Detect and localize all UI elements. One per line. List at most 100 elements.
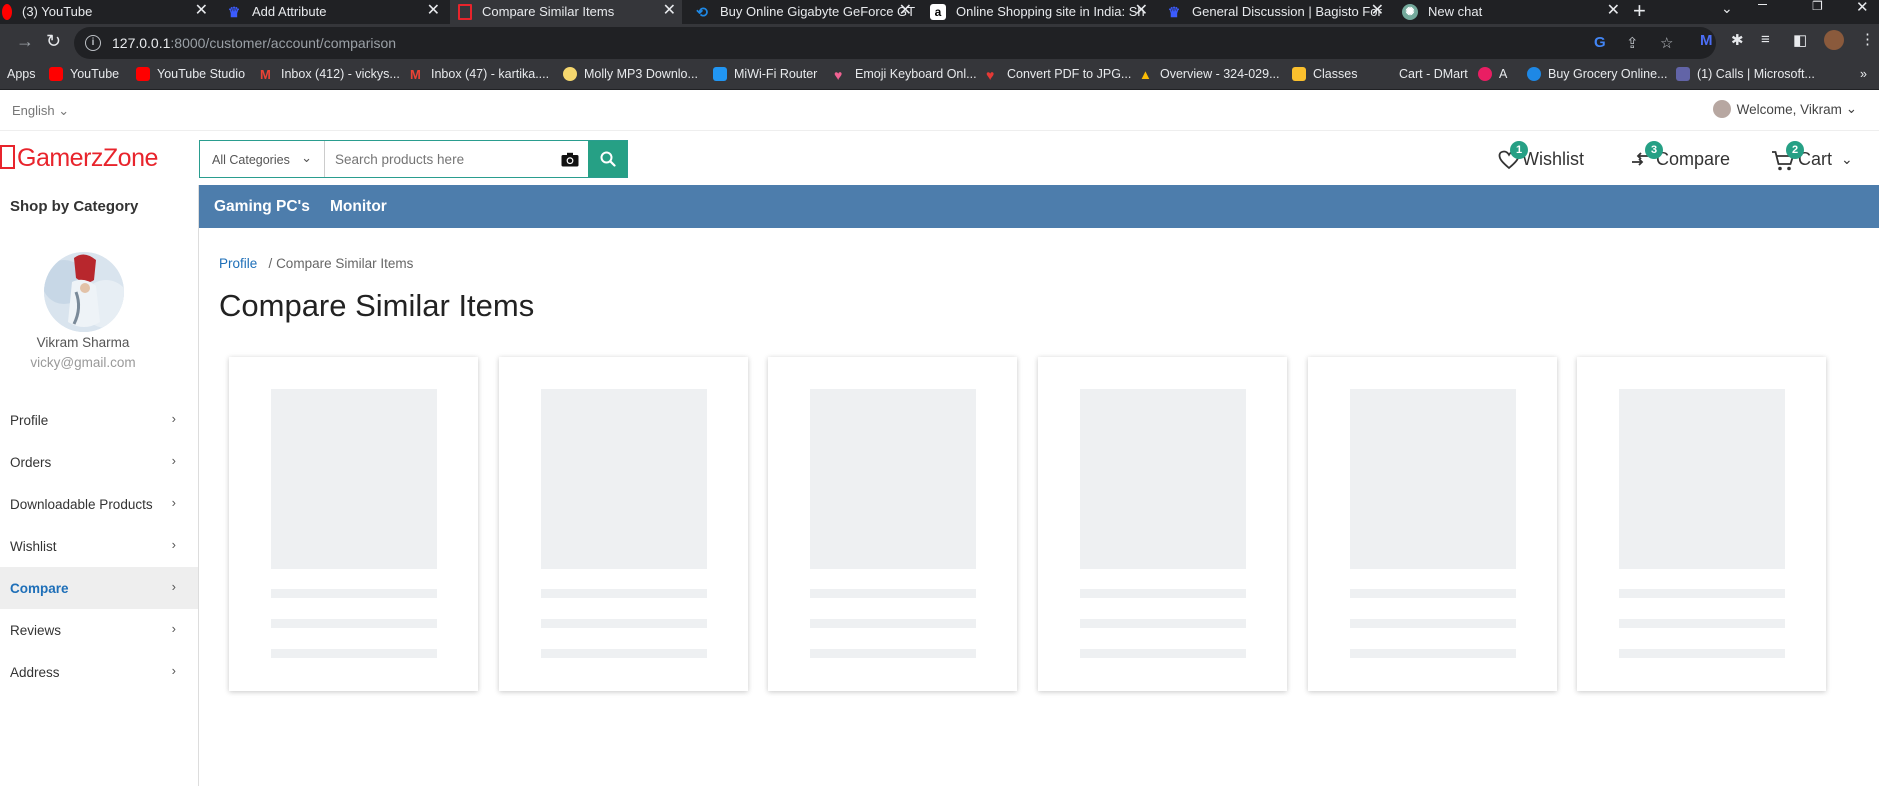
skeleton-line: [1619, 619, 1785, 628]
address-bar[interactable]: i 127.0.0.1:8000/customer/account/compar…: [74, 27, 1716, 59]
breadcrumb: Profile / Compare Similar Items: [219, 256, 413, 271]
teams-icon: [1676, 67, 1690, 81]
molly-icon: [563, 67, 577, 81]
tab-bagisto-forum[interactable]: ♛ General Discussion | Bagisto For ✕: [1158, 0, 1390, 24]
shop-by-category-label: Shop by Category: [10, 198, 139, 215]
compare-label: Compare: [1656, 149, 1731, 169]
a-icon: [1478, 67, 1492, 81]
bookmark-gmail-1[interactable]: M Inbox (412) - vickys...: [260, 67, 400, 82]
bookmark-classes[interactable]: Classes: [1292, 67, 1357, 81]
google-lens-icon[interactable]: G: [1594, 34, 1606, 51]
close-icon[interactable]: ✕: [195, 3, 208, 19]
tab-amazon[interactable]: a Online Shopping site in India: Sh ✕: [922, 0, 1154, 24]
bookmark-emoji-keyboard[interactable]: ♥ Emoji Keyboard Onl...: [834, 67, 977, 83]
cart-link[interactable]: 2 Cart ⌄: [1771, 140, 1853, 170]
search-button[interactable]: [588, 141, 627, 177]
new-tab-plus-icon[interactable]: +: [1633, 0, 1646, 22]
skeleton-image: [1619, 389, 1785, 569]
bookmark-overview[interactable]: ▲ Overview - 324-029...: [1139, 67, 1280, 82]
search-icon: [600, 151, 616, 167]
site-logo[interactable]: GamerzZone: [0, 144, 158, 173]
share-icon[interactable]: ⇪: [1626, 34, 1639, 52]
sidebar-item-address[interactable]: Address ›: [0, 651, 198, 693]
compare-link[interactable]: 3 Compare: [1630, 140, 1731, 170]
chrome-menu-icon[interactable]: ⋮: [1860, 30, 1875, 48]
close-icon[interactable]: ✕: [1135, 3, 1148, 19]
shop-by-category-button[interactable]: Shop by Category: [0, 185, 199, 228]
bookmark-teams[interactable]: (1) Calls | Microsoft...: [1676, 67, 1815, 81]
sidebar-item-downloadable-products[interactable]: Downloadable Products ›: [0, 483, 198, 525]
sidebar-item-profile[interactable]: Profile ›: [0, 399, 198, 441]
skeleton-line: [1350, 589, 1516, 598]
bookmark-dmart[interactable]: Cart - DMart: [1378, 67, 1468, 81]
close-icon[interactable]: ✕: [1607, 3, 1620, 19]
bookmark-label: Overview - 324-029...: [1160, 67, 1280, 81]
url-text[interactable]: 127.0.0.1:8000/customer/account/comparis…: [112, 35, 396, 51]
chevron-right-icon: ›: [171, 579, 176, 594]
search-input[interactable]: [325, 141, 552, 177]
skeleton-line: [1350, 649, 1516, 658]
amazon-icon: a: [930, 4, 946, 20]
youtube-icon: [49, 67, 63, 81]
bookmark-gmail-2[interactable]: M Inbox (47) - kartika....: [410, 67, 549, 82]
forward-arrow-icon[interactable]: →: [16, 32, 34, 50]
cart-count-badge: 2: [1786, 140, 1804, 159]
bookmark-molly[interactable]: Molly MP3 Downlo...: [563, 67, 698, 81]
wishlist-link[interactable]: 1 Wishlist: [1498, 140, 1584, 170]
tab-mdcomputers[interactable]: ⟲ Buy Online Gigabyte GeForce GT ✕: [686, 0, 918, 24]
extension-m-icon[interactable]: M: [1700, 32, 1713, 49]
sidebar-item-orders[interactable]: Orders ›: [0, 441, 198, 483]
image-search-button[interactable]: [552, 141, 588, 177]
bookmark-a[interactable]: A: [1478, 67, 1507, 81]
skeleton-line: [810, 619, 976, 628]
bookmark-youtube-studio[interactable]: YouTube Studio: [136, 67, 245, 81]
language-selector[interactable]: English ⌄: [12, 103, 69, 119]
reload-icon[interactable]: ↻: [46, 32, 61, 50]
gmail-icon: M: [260, 67, 271, 82]
close-icon[interactable]: ✕: [899, 3, 912, 19]
sidebar-item-label: Compare: [10, 581, 69, 596]
side-panel-icon[interactable]: ◧: [1793, 31, 1807, 49]
sidebar-item-reviews[interactable]: Reviews ›: [0, 609, 198, 651]
welcome-menu[interactable]: Welcome, Vikram ⌄: [1712, 100, 1857, 118]
profile-avatar-icon[interactable]: [1824, 30, 1844, 50]
restore-icon[interactable]: ❐: [1812, 0, 1823, 13]
skeleton-image: [810, 389, 976, 569]
compare-arrows-icon: 3: [1630, 140, 1663, 170]
extensions-puzzle-icon[interactable]: ✱: [1731, 31, 1744, 49]
tab-compare-similar-items[interactable]: Compare Similar Items ✕: [450, 0, 682, 24]
chevron-right-icon: ›: [171, 411, 176, 426]
reading-list-icon[interactable]: ≡: [1761, 31, 1770, 48]
bookmark-label: MiWi-Fi Router: [734, 67, 818, 81]
minimize-icon[interactable]: [1758, 4, 1767, 5]
breadcrumb-profile-link[interactable]: Profile: [219, 256, 257, 271]
close-icon[interactable]: ✕: [1371, 3, 1384, 19]
skeleton-line: [271, 619, 437, 628]
bookmark-apps[interactable]: Apps: [7, 67, 36, 81]
nav-item-gaming-pcs[interactable]: Gaming PC's: [214, 198, 310, 216]
tab-add-attribute[interactable]: ♛ Add Attribute ✕: [218, 0, 446, 24]
close-icon[interactable]: ✕: [427, 3, 440, 19]
sidebar-item-label: Wishlist: [10, 539, 57, 554]
skeleton-line: [271, 649, 437, 658]
bookmark-pdf-to-jpg[interactable]: ♥ Convert PDF to JPG...: [986, 67, 1131, 83]
bookmark-label: Inbox (412) - vickys...: [281, 67, 400, 81]
nav-item-monitor[interactable]: Monitor: [330, 198, 387, 216]
tab-search-chevron-icon[interactable]: ⌄: [1721, 0, 1733, 17]
bookmark-grocery[interactable]: Buy Grocery Online...: [1527, 67, 1668, 81]
tab-youtube[interactable]: (3) YouTube ✕: [0, 0, 214, 24]
sidebar-item-wishlist[interactable]: Wishlist ›: [0, 525, 198, 567]
tab-new-chat[interactable]: ✺ New chat ✕: [1394, 0, 1626, 24]
sidebar-item-compare[interactable]: Compare ›: [0, 567, 198, 609]
skeleton-line: [810, 649, 976, 658]
site-info-icon[interactable]: i: [85, 35, 101, 51]
bookmark-star-icon[interactable]: ☆: [1660, 34, 1673, 52]
bookmark-youtube[interactable]: YouTube: [49, 67, 119, 81]
bookmark-miwifi[interactable]: MiWi-Fi Router: [713, 67, 817, 81]
chevron-down-icon: ⌄: [301, 150, 312, 165]
window-close-icon[interactable]: ✕: [1856, 0, 1869, 16]
more-bookmarks-icon[interactable]: »: [1860, 67, 1867, 81]
category-select[interactable]: All Categories ⌄: [200, 141, 325, 177]
grocery-icon: [1527, 67, 1541, 81]
close-icon[interactable]: ✕: [663, 3, 676, 19]
